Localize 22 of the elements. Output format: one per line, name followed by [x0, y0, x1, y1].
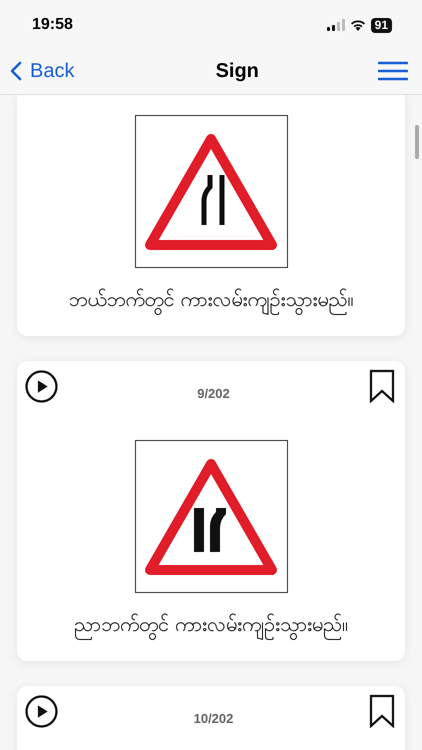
sign-caption: ဘယ်ဘက်တွင် ကားလမ်းကျဉ်းသွားမည်။: [68, 280, 354, 320]
play-button[interactable]: [25, 370, 58, 403]
bookmark-icon: [368, 694, 395, 728]
battery-indicator: 91: [370, 18, 392, 32]
bookmark-icon: [368, 369, 395, 403]
sign-counter: 9/202: [197, 385, 230, 403]
menu-icon: [378, 61, 408, 81]
menu-button[interactable]: [378, 61, 408, 81]
bookmark-button[interactable]: [368, 694, 395, 728]
back-button[interactable]: Back: [10, 56, 74, 86]
signal-icon: [326, 19, 345, 31]
sign-counter: 10/202: [194, 710, 234, 728]
play-button[interactable]: [25, 695, 58, 728]
scrollbar: [415, 125, 419, 159]
play-icon: [25, 370, 58, 403]
status-time: 19:58: [32, 15, 73, 35]
bookmark-button[interactable]: [368, 369, 395, 403]
sign-caption: ညာဘက်တွင် ကားလမ်းကျဉ်းသွားမည်။: [74, 605, 348, 645]
play-icon: [25, 695, 58, 728]
wifi-icon: [350, 19, 366, 31]
page-title: Sign: [216, 59, 259, 84]
chevron-left-icon: [10, 61, 22, 81]
